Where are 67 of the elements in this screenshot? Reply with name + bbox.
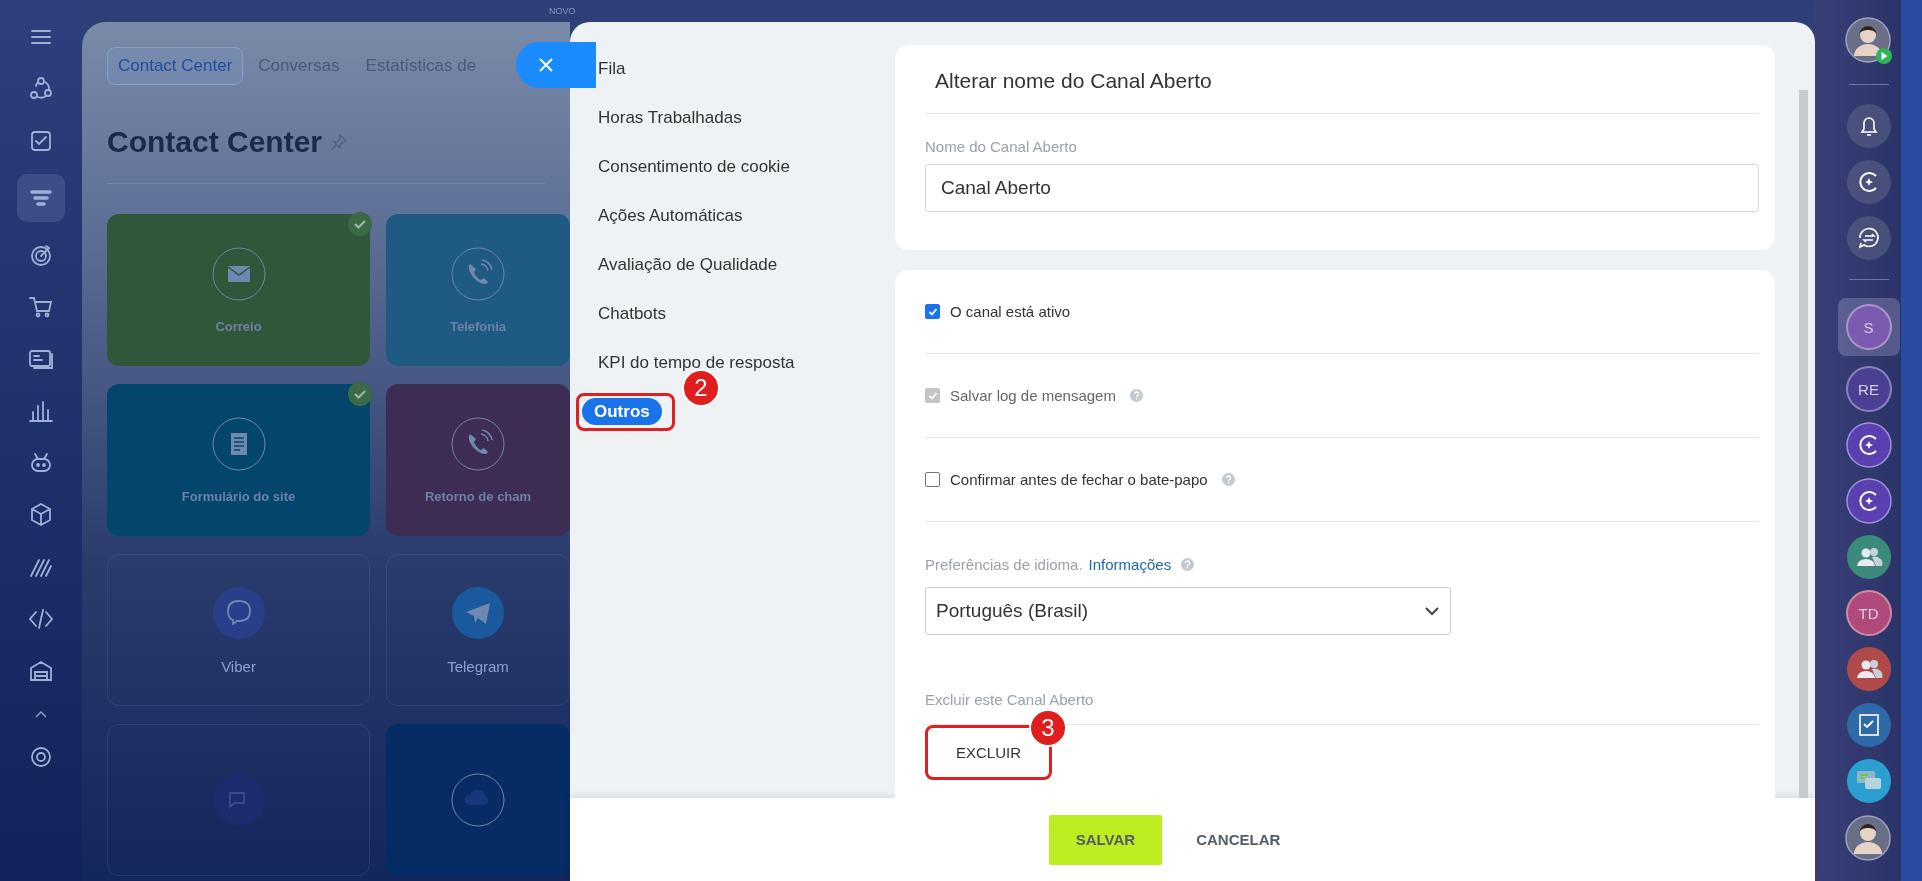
viber-icon <box>211 585 266 640</box>
exchange-chat-icon[interactable] <box>1845 215 1892 261</box>
checkmark-icon <box>927 306 938 317</box>
tile-label: Telefonia <box>449 318 507 334</box>
bell-icon[interactable] <box>1845 103 1892 149</box>
document-icon <box>211 416 266 471</box>
menu-item[interactable]: Fila <box>580 54 638 82</box>
cloud-icon <box>451 773 505 827</box>
check-icon <box>348 382 372 406</box>
menu-item[interactable]: Horas Trabalhadas <box>580 103 754 131</box>
language-select[interactable]: Português (Brasil) <box>925 587 1451 635</box>
menu-item[interactable]: Chatbots <box>580 299 679 327</box>
selected-chat-slot[interactable]: S <box>1837 298 1900 356</box>
channel-tile[interactable] <box>107 724 370 876</box>
scrollbar[interactable] <box>1799 90 1808 798</box>
channel-tile[interactable]: Viber <box>107 554 370 706</box>
user-avatar[interactable] <box>1843 16 1894 66</box>
menu-item[interactable]: Consentimento de cookie <box>580 152 802 180</box>
checkbox[interactable] <box>925 472 940 487</box>
menu-item[interactable]: Ações Automáticas <box>580 201 755 229</box>
page-title: Contact Center <box>107 125 323 159</box>
menu-item[interactable]: Outros <box>582 397 662 425</box>
copilot-chat-icon[interactable] <box>1845 478 1892 524</box>
field-label: Nome do Canal Aberto <box>925 138 1078 155</box>
tile-label: Formulário do site <box>181 488 296 504</box>
section-label: Excluir este Canal Aberto <box>925 691 1095 708</box>
close-icon <box>538 57 554 73</box>
chat-avatar[interactable]: TD <box>1845 590 1892 636</box>
channel-tile[interactable]: Telegram <box>386 554 570 706</box>
cancel-button[interactable]: CANCELAR <box>1180 821 1297 858</box>
tile-label: Viber <box>221 657 256 675</box>
channel-tile[interactable]: Retorno de cham <box>386 384 570 536</box>
channel-tile[interactable] <box>386 724 570 876</box>
card-title: Alterar nome do Canal Aberto <box>935 69 1213 93</box>
checkmark-icon <box>927 390 938 401</box>
task-chat-icon[interactable] <box>1845 702 1892 748</box>
step-badge: 3 <box>1029 709 1067 747</box>
copilot-chat-icon[interactable] <box>1845 422 1892 468</box>
user-avatar[interactable] <box>1843 814 1894 864</box>
tile-label: Retorno de cham <box>424 488 532 504</box>
phone-icon <box>451 246 505 301</box>
tile-label: Correio <box>215 318 262 334</box>
chat-avatar[interactable]: RE <box>1845 366 1892 412</box>
checkbox-label: Salvar log de mensagem <box>950 387 1116 404</box>
group-chat-icon[interactable] <box>1845 646 1892 692</box>
phone-icon <box>451 416 505 471</box>
chat-avatar[interactable]: S <box>1845 304 1892 350</box>
checkbox-label: Confirmar antes de fechar o bate-papo <box>950 471 1208 488</box>
new-label: NOVO <box>549 6 576 16</box>
name-field[interactable]: Canal Aberto <box>925 164 1759 212</box>
check-icon <box>348 212 372 236</box>
group-chat-icon[interactable] <box>1845 534 1892 580</box>
checkbox-label: O canal está ativo <box>950 303 1071 320</box>
checkbox[interactable] <box>925 304 940 319</box>
info-link[interactable]: Informações <box>1088 556 1172 573</box>
copilot-icon[interactable] <box>1845 159 1892 205</box>
chevron-down-icon <box>1424 606 1440 616</box>
envelope-icon <box>211 246 266 301</box>
tile-label: Telegram <box>447 657 509 675</box>
channel-tile[interactable]: Formulário do site <box>107 384 370 536</box>
field-label: Preferências de idioma. <box>925 556 1083 573</box>
save-button[interactable]: SALVAR <box>1048 814 1163 865</box>
menu-item[interactable]: Avaliação de Qualidade <box>580 250 790 278</box>
chat-icon <box>211 773 266 827</box>
chat-icon[interactable] <box>1845 758 1892 804</box>
funnel-icon[interactable] <box>17 174 65 222</box>
paper-plane-icon <box>451 585 505 640</box>
